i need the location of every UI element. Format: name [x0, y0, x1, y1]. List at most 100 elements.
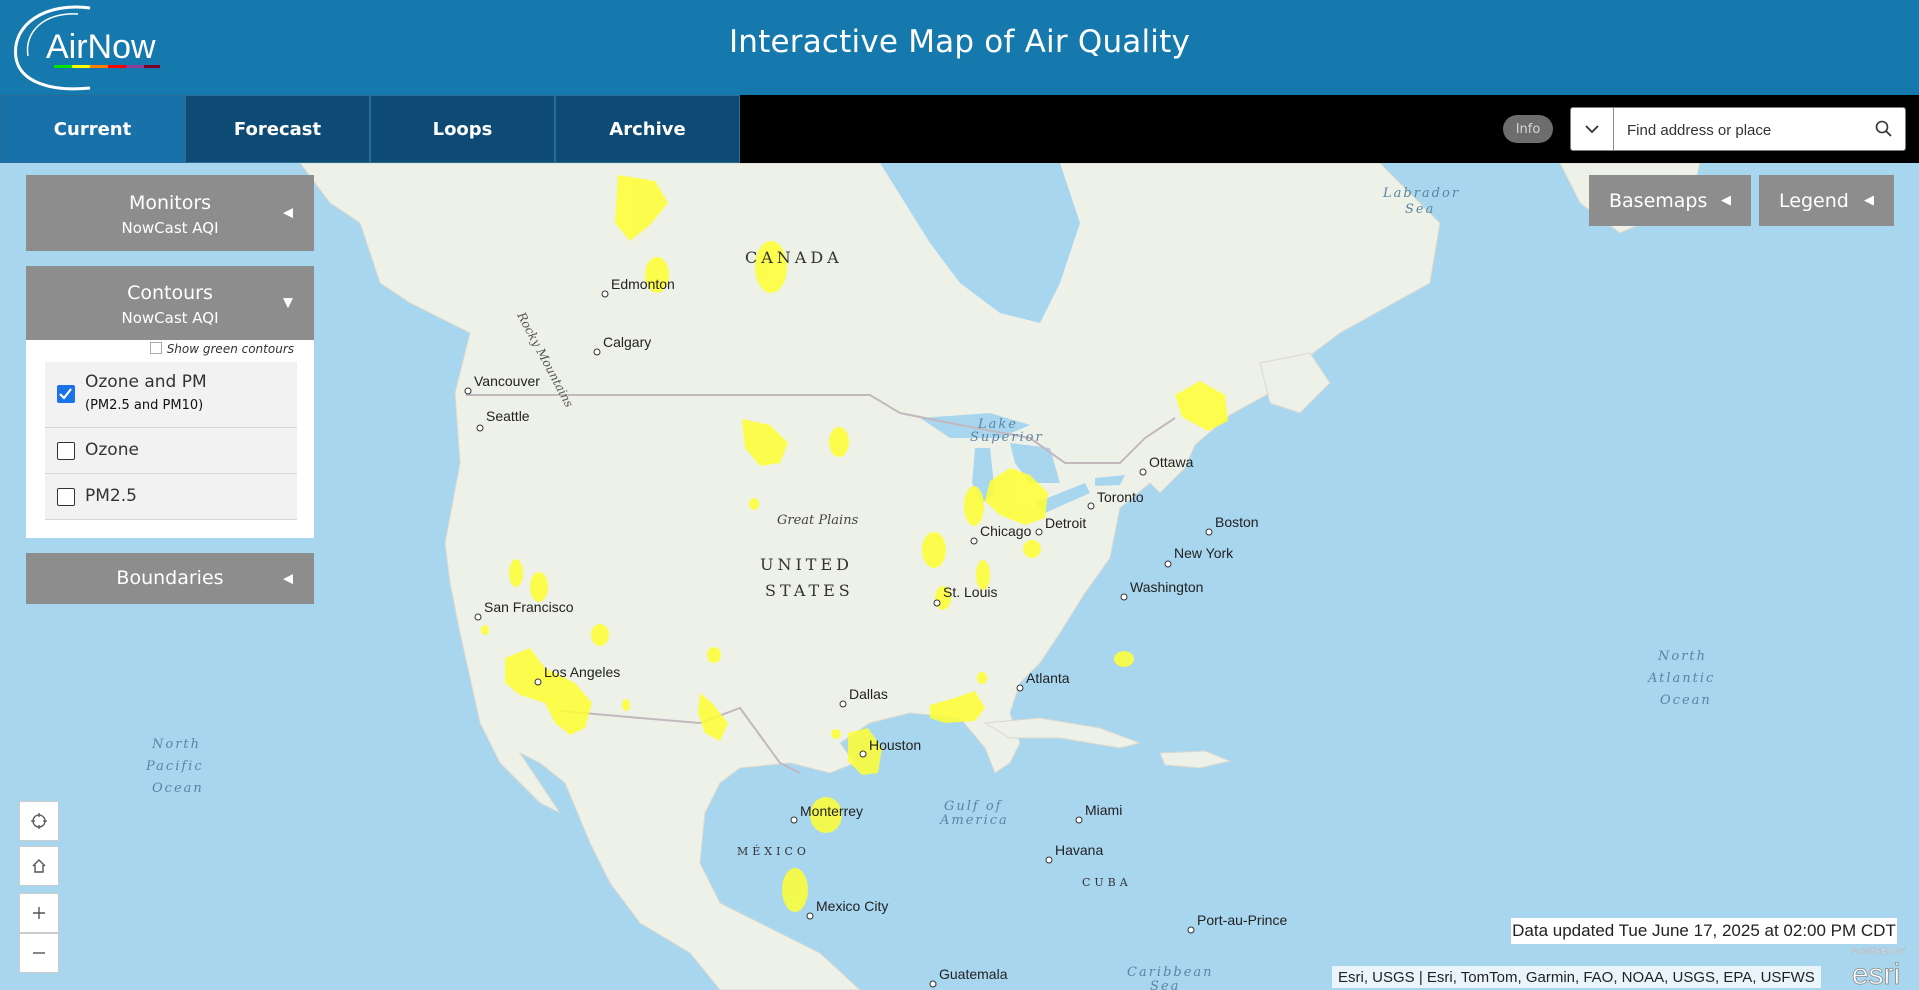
page-title: Interactive Map of Air Quality [728, 24, 1191, 60]
aq-contour [481, 625, 489, 635]
tab-current[interactable]: Current [0, 95, 185, 163]
map-attribution[interactable]: Esri, USGS | Esri, TomTom, Garmin, FAO, … [1332, 966, 1821, 988]
collapse-left-icon: ◀ [1721, 193, 1731, 208]
ozone-pm-label: Ozone and PM [85, 372, 207, 392]
water-label: North [151, 737, 201, 752]
city-label: Havana [1055, 842, 1103, 858]
city-label: Dallas [849, 686, 888, 702]
basemaps-label: Basemaps [1609, 189, 1708, 212]
aq-contour [707, 647, 721, 663]
city-label: Houston [869, 737, 921, 753]
plus-icon [33, 907, 45, 919]
country-label-us: UNITED [760, 555, 853, 574]
home-button[interactable] [19, 846, 59, 886]
city-label: Atlanta [1026, 670, 1070, 686]
search-source-dropdown[interactable] [1571, 108, 1614, 150]
water-label: America [939, 813, 1009, 828]
legend-button[interactable]: Legend ◀ [1759, 175, 1894, 226]
water-label: Ocean [1660, 693, 1712, 708]
country-label-us: STATES [765, 581, 854, 600]
lake-label: Superior [970, 430, 1044, 445]
pm25-checkbox[interactable] [57, 488, 75, 506]
city-label: Ottawa [1149, 454, 1194, 470]
show-green-contours-row[interactable]: Show green contours [26, 342, 294, 356]
checkmark-icon [59, 388, 72, 400]
water-label: Atlantic [1647, 671, 1715, 686]
tab-forecast[interactable]: Forecast [185, 95, 370, 163]
zoom-out-button[interactable] [19, 933, 59, 973]
city-label: Boston [1215, 514, 1259, 530]
water-label: Gulf of [944, 799, 1003, 814]
zoom-in-button[interactable] [19, 893, 59, 933]
search-box [1570, 107, 1906, 151]
expand-down-icon: ▼ [283, 295, 293, 311]
ozone-label: Ozone [85, 440, 139, 460]
city-label: Vancouver [474, 373, 540, 389]
water-label: Caribbean [1127, 965, 1214, 980]
city-label: Calgary [603, 334, 651, 350]
esri-logo-text: esri [1852, 958, 1900, 988]
monitors-panel-header[interactable]: Monitors NowCast AQI ◀ [26, 175, 314, 251]
ozone-checkbox[interactable] [57, 442, 75, 460]
contour-option-pm25[interactable]: PM2.5 [45, 474, 297, 520]
collapse-left-icon: ◀ [283, 205, 293, 221]
aq-contour [591, 624, 609, 646]
water-label: Sea [1405, 202, 1435, 217]
search-icon[interactable] [1873, 118, 1895, 140]
aq-contour [1023, 540, 1041, 558]
contour-option-ozone-pm[interactable]: Ozone and PM (PM2.5 and PM10) [45, 362, 297, 428]
aq-contour [829, 427, 849, 457]
contour-option-ozone[interactable]: Ozone [45, 428, 297, 474]
city-label: Chicago [980, 523, 1032, 539]
aq-contour [749, 498, 759, 510]
contours-title: Contours [127, 282, 213, 304]
info-button[interactable]: Info [1503, 115, 1553, 143]
show-green-contours-label: Show green contours [166, 342, 294, 356]
tab-archive[interactable]: Archive [555, 95, 740, 163]
esri-powered-text: POWERED BY [1851, 947, 1906, 956]
search-input[interactable] [1625, 116, 1869, 144]
city-label: Toronto [1097, 489, 1144, 505]
caret-down-icon [1585, 125, 1599, 134]
water-label: Pacific [145, 759, 204, 774]
minus-icon [33, 952, 45, 954]
city-label: Monterrey [800, 803, 863, 819]
boundaries-panel-header[interactable]: Boundaries ◀ [26, 553, 314, 604]
show-green-contours-checkbox[interactable] [149, 342, 162, 354]
contours-subtitle: NowCast AQI [121, 309, 219, 327]
basemaps-button[interactable]: Basemaps ◀ [1589, 175, 1751, 226]
crosshair-icon [31, 813, 47, 829]
city-label: Guatemala [939, 966, 1008, 982]
locate-button[interactable] [19, 801, 59, 841]
aq-contour [530, 572, 548, 602]
data-updated-label: Data updated Tue June 17, 2025 at 02:00 … [1511, 918, 1897, 944]
collapse-left-icon: ◀ [283, 571, 293, 586]
tab-loops[interactable]: Loops [370, 95, 555, 163]
city-label: San Francisco [484, 599, 574, 615]
water-label: Ocean [152, 781, 204, 796]
boundaries-title: Boundaries [116, 567, 224, 589]
city-label: Miami [1085, 802, 1122, 818]
collapse-left-icon: ◀ [1864, 193, 1874, 208]
city-label: Seattle [486, 408, 530, 424]
contours-panel-body: Show green contours Ozone and PM (PM2.5 … [26, 340, 314, 538]
app-header: AirNow Interactive Map of Air Quality [0, 0, 1919, 95]
water-label: North [1657, 649, 1707, 664]
city-label: Detroit [1045, 515, 1086, 531]
aq-contour [782, 868, 808, 912]
city-label: Mexico City [816, 898, 888, 914]
aq-contour [922, 532, 946, 568]
home-icon [32, 859, 46, 873]
water-label: Sea [1150, 979, 1180, 990]
esri-logo[interactable]: POWERED BY esri [1838, 942, 1914, 988]
country-label-canada: CANADA [745, 248, 843, 267]
city-label: Los Angeles [544, 664, 620, 680]
contours-panel-header[interactable]: Contours NowCast AQI ▼ [26, 266, 314, 340]
country-label-mexico: MÉXICO [737, 844, 810, 858]
monitors-title: Monitors [128, 192, 212, 214]
ozone-pm-checkbox[interactable] [57, 385, 75, 403]
city-label: Edmonton [611, 276, 675, 292]
water-label: Labrador [1382, 186, 1460, 201]
city-label: Port-au-Prince [1197, 912, 1287, 928]
city-label: St. Louis [943, 584, 997, 600]
